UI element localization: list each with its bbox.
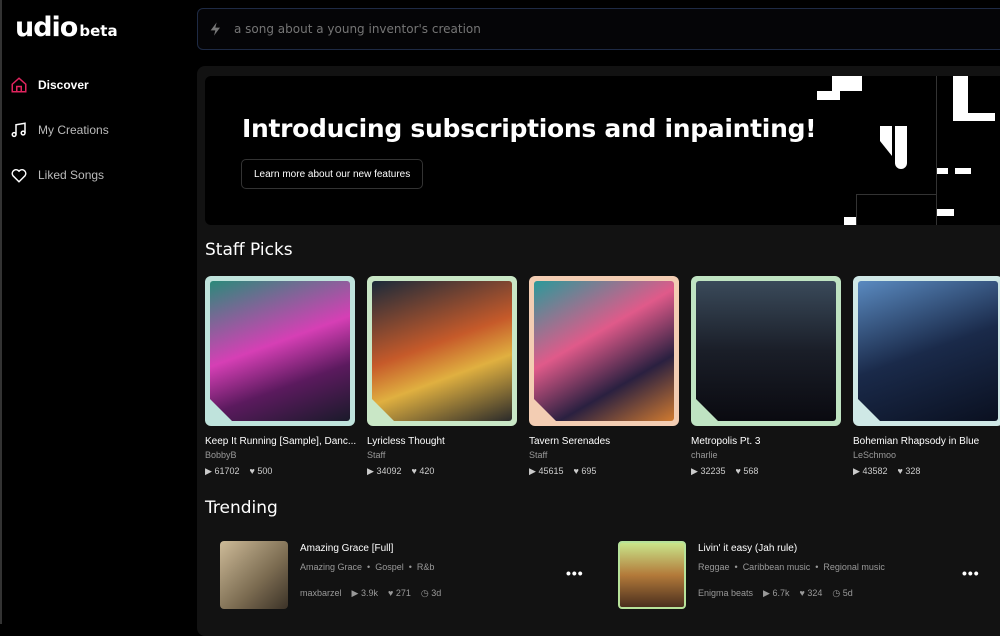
play-icon: ▶ (691, 466, 698, 476)
heart-icon: ♥ (249, 466, 255, 476)
play-icon: ▶ (853, 466, 860, 476)
staff-picks-heading: Staff Picks (205, 240, 293, 260)
music-note-icon (11, 122, 26, 138)
cover-art[interactable] (529, 276, 679, 426)
song-meta: Enigma beats ▶ 6.7k ♥ 324 ◷ 5d (698, 588, 853, 599)
song-title[interactable]: Lyricless Thought (367, 436, 522, 447)
search-bar[interactable] (197, 8, 1000, 50)
udio-corner-icon (372, 399, 394, 421)
sidebar-item-discover[interactable]: Discover (10, 76, 89, 94)
learn-more-button[interactable]: Learn more about our new features (241, 159, 424, 189)
song-stats: ▶ 61702 ♥ 500 (205, 466, 273, 476)
cover-art (220, 541, 288, 609)
tags: Amazing Grace • Gospel • R&b (300, 562, 435, 572)
staff-pick-card[interactable]: Tavern Serenades Staff ▶ 45615 ♥ 695 (529, 276, 681, 477)
announcement-banner: Introducing subscriptions and inpainting… (205, 76, 1000, 225)
more-options-icon[interactable]: ••• (566, 565, 584, 581)
play-icon: ▶ (763, 588, 770, 598)
staff-pick-card[interactable]: Metropolis Pt. 3 charlie ▶ 32235 ♥ 568 (691, 276, 843, 477)
search-input[interactable] (234, 22, 934, 36)
staff-pick-card[interactable]: Lyricless Thought Staff ▶ 34092 ♥ 420 (367, 276, 519, 477)
clock-icon: ◷ (420, 588, 429, 598)
more-options-icon[interactable]: ••• (962, 565, 980, 581)
song-title[interactable]: Metropolis Pt. 3 (691, 436, 846, 447)
song-stats: ▶ 34092 ♥ 420 (367, 466, 435, 476)
home-icon (11, 77, 27, 93)
sidebar-item-my-creations[interactable]: My Creations (10, 121, 109, 139)
author[interactable]: charlie (691, 450, 843, 460)
tags: Reggae • Caribbean music • Regional musi… (698, 562, 885, 572)
cover-art[interactable] (691, 276, 841, 426)
heart-icon: ♥ (573, 466, 579, 476)
cover-art[interactable] (367, 276, 517, 426)
udio-corner-icon (696, 399, 718, 421)
clock-icon: ◷ (832, 588, 841, 598)
logo[interactable]: udio beta (15, 12, 118, 43)
song-meta: maxbarzel ▶ 3.9k ♥ 271 ◷ 3d (300, 588, 442, 599)
trending-heading: Trending (205, 498, 278, 518)
sidebar: udio beta Discover My Creations Liked Son… (0, 0, 196, 624)
author[interactable]: Enigma beats (698, 588, 753, 599)
heart-icon (11, 169, 27, 183)
udio-corner-icon (534, 399, 556, 421)
sidebar-item-liked-songs[interactable]: Liked Songs (10, 166, 104, 184)
heart-icon: ♥ (735, 466, 741, 476)
lightning-icon (210, 22, 220, 36)
play-icon: ▶ (351, 588, 359, 598)
play-icon: ▶ (529, 466, 536, 476)
staff-pick-card[interactable]: Bohemian Rhapsody in Blue LeSchmoo ▶ 435… (853, 276, 1000, 477)
udio-corner-icon (858, 399, 880, 421)
song-stats: ▶ 43582 ♥ 328 (853, 466, 921, 476)
author[interactable]: BobbyB (205, 450, 357, 460)
play-icon: ▶ (205, 466, 212, 476)
cover-art[interactable] (853, 276, 1000, 426)
song-title[interactable]: Livin' it easy (Jah rule) (698, 543, 797, 554)
song-title[interactable]: Tavern Serenades (529, 436, 684, 447)
author[interactable]: Staff (367, 450, 519, 460)
song-title[interactable]: Keep It Running [Sample], Danc... (205, 436, 360, 447)
song-title[interactable]: Amazing Grace [Full] (300, 543, 393, 554)
author[interactable]: LeSchmoo (853, 450, 1000, 460)
cover-art (618, 541, 686, 609)
song-title[interactable]: Bohemian Rhapsody in Blue (853, 436, 1000, 447)
song-stats: ▶ 32235 ♥ 568 (691, 466, 759, 476)
heart-icon: ♥ (387, 588, 394, 598)
staff-pick-card[interactable]: Keep It Running [Sample], Danc... BobbyB… (205, 276, 357, 477)
play-icon: ▶ (367, 466, 374, 476)
udio-corner-icon (210, 399, 232, 421)
banner-title: Introducing subscriptions and inpainting… (242, 114, 817, 143)
heart-icon: ♥ (897, 466, 903, 476)
author[interactable]: maxbarzel (300, 588, 342, 599)
heart-icon: ♥ (799, 588, 805, 598)
heart-icon: ♥ (411, 466, 417, 476)
cover-art[interactable] (205, 276, 355, 426)
author[interactable]: Staff (529, 450, 681, 460)
song-stats: ▶ 45615 ♥ 695 (529, 466, 597, 476)
